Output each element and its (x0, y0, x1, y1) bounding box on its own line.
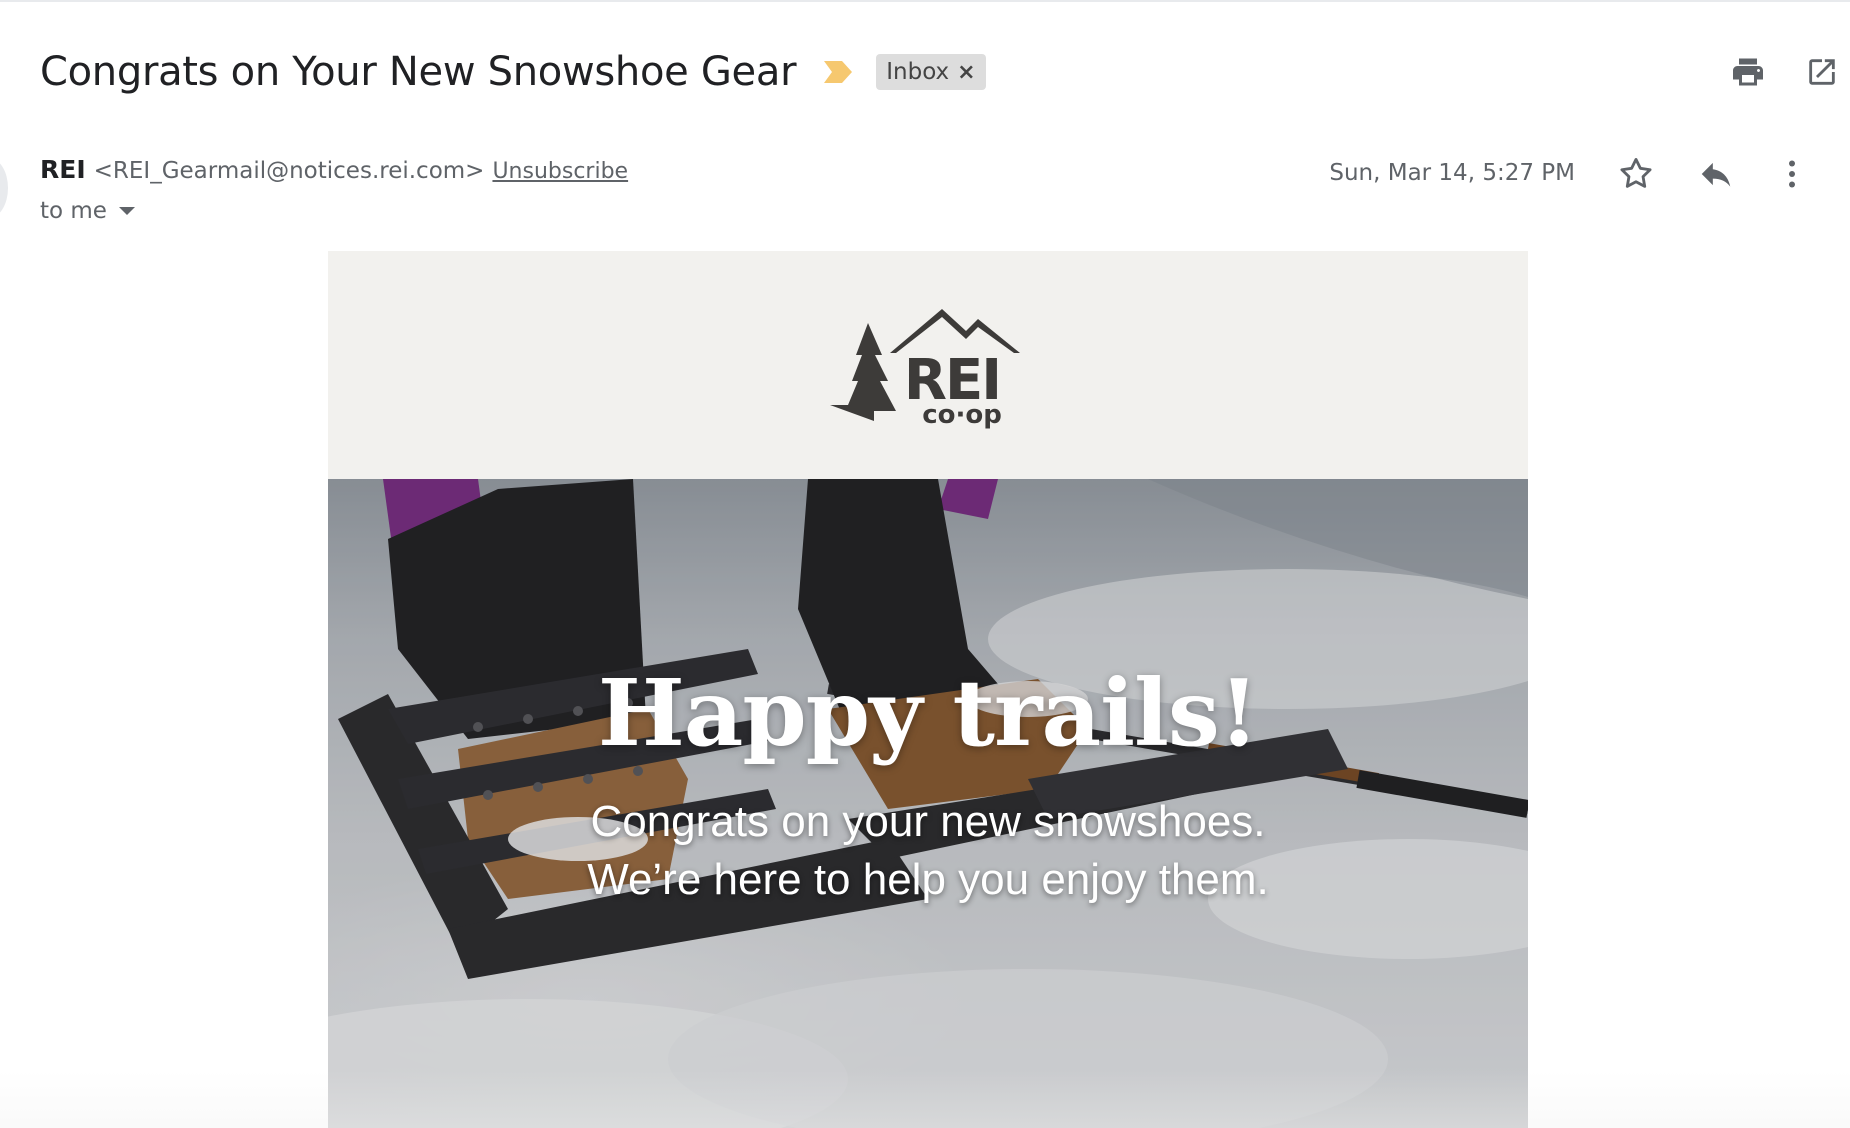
subject-row: Congrats on Your New Snowshoe Gear Inbox… (40, 42, 986, 102)
top-divider (0, 0, 1850, 2)
recipient-details-toggle[interactable]: to me (40, 198, 135, 224)
star-button[interactable] (1616, 154, 1656, 194)
remove-label-button[interactable]: × (957, 60, 975, 85)
reply-icon (1701, 162, 1731, 187)
label-chip-inbox: Inbox × (876, 54, 986, 90)
more-vert-icon (1789, 160, 1795, 188)
sender-row: REI <REI_Gearmail@notices.rei.com> Unsub… (40, 155, 628, 195)
sender-email: <REI_Gearmail@notices.rei.com> (93, 158, 485, 184)
rei-coop-logo-graphic: REI co·op (830, 309, 1020, 430)
unsubscribe-link[interactable]: Unsubscribe (492, 159, 628, 184)
recipient-label: to me (40, 198, 107, 224)
print-button[interactable] (1728, 52, 1768, 92)
print-icon (1733, 58, 1763, 86)
reply-button[interactable] (1696, 154, 1736, 194)
star-icon (1620, 158, 1652, 188)
email-timestamp: Sun, Mar 14, 5:27 PM (1329, 160, 1575, 186)
importance-marker-icon[interactable] (822, 58, 854, 86)
newsletter-logo-banner: REI co·op (328, 251, 1528, 479)
sender-avatar[interactable] (0, 158, 8, 218)
rei-coop-logo[interactable]: REI co·op (830, 307, 1030, 431)
caret-down-icon (118, 207, 135, 215)
label-chip-text: Inbox (886, 59, 950, 85)
logo-coop-text: co·op (922, 400, 1002, 430)
open-new-window-button[interactable] (1802, 52, 1842, 92)
sender-name[interactable]: REI (40, 155, 86, 184)
more-options-button[interactable] (1772, 154, 1812, 194)
open-in-new-window-icon (1809, 59, 1835, 85)
hero-image: Happy trails! Congrats on your new snows… (328, 479, 1528, 1128)
hero-headline: Happy trails! (597, 659, 1259, 767)
hero-subline-2: We’re here to help you enjoy them. (587, 855, 1269, 904)
email-subject: Congrats on Your New Snowshoe Gear (40, 49, 797, 95)
hero-subline-1: Congrats on your new snowshoes. (590, 797, 1266, 846)
